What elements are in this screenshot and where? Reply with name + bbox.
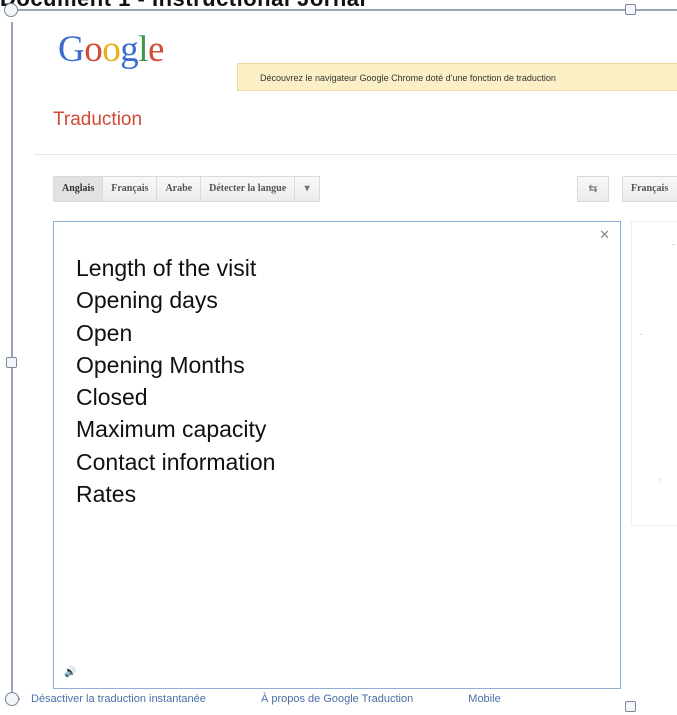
lang-button-detect[interactable]: Détecter la langue bbox=[200, 176, 296, 202]
logo-letter: o bbox=[102, 29, 121, 70]
resize-handle-left-middle[interactable] bbox=[6, 357, 17, 368]
footer-links: Désactiver la traduction instantanée À p… bbox=[31, 693, 553, 705]
source-line: Opening Months bbox=[76, 351, 245, 378]
resize-handle-bottom-left[interactable] bbox=[5, 692, 19, 706]
source-language-bar: Anglais Français Arabe Détecter la langu… bbox=[53, 176, 321, 202]
lang-button-arabe[interactable]: Arabe bbox=[156, 176, 202, 202]
footer-link-disable-instant[interactable]: Désactiver la traduction instantanée bbox=[31, 693, 206, 705]
resize-handle-bottom-middle[interactable] bbox=[625, 701, 636, 712]
chevron-down-icon[interactable]: ▾ bbox=[294, 176, 321, 202]
frame-top-edge bbox=[8, 9, 677, 11]
source-line: Contact information bbox=[76, 448, 276, 475]
header-divider bbox=[34, 154, 677, 155]
source-line: Maximum capacity bbox=[76, 416, 267, 443]
logo-letter: l bbox=[138, 29, 149, 70]
source-text-input[interactable]: ✕ Length of the visit Opening days Open … bbox=[53, 221, 621, 689]
embedded-translate-screenshot: Google Découvrez le navigateur Google Ch… bbox=[20, 18, 677, 711]
source-line: Opening days bbox=[76, 287, 218, 314]
google-logo: Google bbox=[58, 28, 164, 71]
translation-output bbox=[631, 221, 677, 526]
logo-letter: e bbox=[148, 29, 164, 70]
footer-link-mobile[interactable]: Mobile bbox=[468, 693, 500, 705]
lang-button-francais[interactable]: Français bbox=[102, 176, 158, 202]
logo-letter: o bbox=[84, 29, 103, 70]
source-line: Open bbox=[76, 319, 133, 346]
resize-handle-top-left[interactable] bbox=[4, 3, 18, 17]
close-icon[interactable]: ✕ bbox=[599, 228, 610, 241]
source-line: Closed bbox=[76, 384, 148, 411]
source-line: Rates bbox=[76, 481, 137, 508]
logo-letter: G bbox=[58, 29, 85, 70]
output-fragment bbox=[672, 244, 675, 245]
output-fragment bbox=[660, 478, 661, 481]
chrome-promo-banner[interactable]: Découvrez le navigateur Google Chrome do… bbox=[237, 63, 677, 91]
output-fragment bbox=[640, 334, 642, 335]
document-title: Document 1 - Instructional Jornal bbox=[0, 0, 677, 8]
target-language-button[interactable]: Français bbox=[622, 176, 677, 202]
logo-letter: g bbox=[120, 29, 139, 70]
footer-link-about[interactable]: À propos de Google Traduction bbox=[261, 693, 413, 705]
speaker-icon[interactable]: 🔊 bbox=[64, 667, 76, 678]
resize-handle-top-middle[interactable] bbox=[625, 4, 636, 15]
source-line: Length of the visit bbox=[76, 255, 257, 281]
swap-languages-icon[interactable]: ⇆ bbox=[577, 176, 609, 202]
page-title: Traduction bbox=[53, 109, 143, 130]
lang-button-anglais[interactable]: Anglais bbox=[53, 176, 104, 202]
source-text-lines: Length of the visit Opening days Open Op… bbox=[76, 252, 275, 510]
